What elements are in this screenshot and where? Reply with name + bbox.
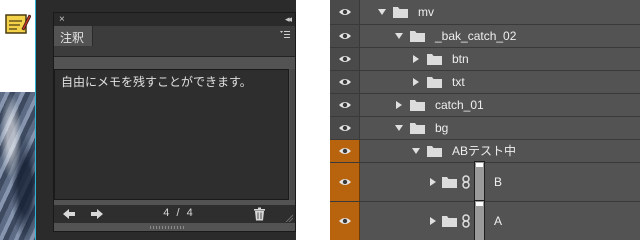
layer-row-bak-catch-02[interactable]: _bak_catch_02 xyxy=(330,25,640,48)
eye-icon xyxy=(339,179,351,185)
folder-icon xyxy=(410,100,425,111)
layer-mask-thumbnail[interactable] xyxy=(474,200,485,240)
layer-row-bg[interactable]: bg xyxy=(330,117,640,140)
chevron-right-icon[interactable] xyxy=(412,78,420,86)
visibility-toggle[interactable] xyxy=(330,140,360,162)
folder-open-icon xyxy=(410,31,425,42)
chevron-down-icon[interactable] xyxy=(395,32,403,40)
document-canvas[interactable] xyxy=(0,0,36,240)
layer-row-b[interactable]: B xyxy=(330,161,640,203)
layer-name: catch_01 xyxy=(435,98,484,112)
notes-tab-row: 注釈 xyxy=(54,26,295,57)
eye-icon xyxy=(339,33,351,39)
folder-icon xyxy=(427,54,442,65)
layer-name: _bak_catch_02 xyxy=(435,29,517,43)
note-scrollbar[interactable] xyxy=(290,69,295,200)
chevron-right-icon[interactable] xyxy=(412,55,420,63)
folder-open-icon xyxy=(393,7,408,18)
previous-note-icon[interactable] xyxy=(62,207,76,221)
link-icon[interactable] xyxy=(462,175,470,189)
layer-name: ABテスト中 xyxy=(452,144,517,158)
notes-titlebar[interactable]: × ◂◂ xyxy=(54,13,295,26)
eye-icon xyxy=(339,102,351,108)
chevron-down-icon[interactable] xyxy=(412,147,420,155)
layer-row-catch-01[interactable]: catch_01 xyxy=(330,94,640,117)
visibility-toggle[interactable] xyxy=(330,48,360,70)
panel-resize-handle[interactable] xyxy=(150,225,186,230)
eye-icon xyxy=(339,79,351,85)
trash-icon[interactable] xyxy=(253,207,266,221)
tab-notes-label: 注釈 xyxy=(60,31,85,45)
canvas-edge xyxy=(35,0,36,240)
notes-footer: 4 / 4 xyxy=(54,205,295,223)
note-tool-icon[interactable] xyxy=(5,12,31,36)
visibility-toggle[interactable] xyxy=(330,0,360,24)
next-note-icon[interactable] xyxy=(90,207,104,221)
panel-menu-icon[interactable] xyxy=(279,29,291,41)
visibility-toggle[interactable] xyxy=(330,163,360,201)
note-text-area[interactable]: 自由にメモを残すことができます。 xyxy=(54,69,289,200)
layer-row-ab-test[interactable]: ABテスト中 xyxy=(330,140,640,163)
layer-name: mv xyxy=(418,5,434,19)
document-canvas-right xyxy=(296,0,330,240)
resize-grip-icon[interactable] xyxy=(285,214,293,222)
close-icon[interactable]: × xyxy=(59,13,65,26)
eye-icon xyxy=(339,148,351,154)
folder-icon xyxy=(442,177,457,188)
note-counter: 4 / 4 xyxy=(163,207,195,219)
collapse-icon[interactable]: ◂◂ xyxy=(285,13,292,26)
layer-mask-thumbnail[interactable] xyxy=(474,161,485,203)
eye-icon xyxy=(339,56,351,62)
folder-open-icon xyxy=(410,123,425,134)
layer-name: B xyxy=(494,175,503,189)
chevron-right-icon[interactable] xyxy=(395,101,403,109)
visibility-toggle[interactable] xyxy=(330,94,360,116)
eye-icon xyxy=(339,218,351,224)
layer-row-btn[interactable]: btn xyxy=(330,48,640,71)
eye-icon xyxy=(339,9,351,15)
folder-open-icon xyxy=(427,146,442,157)
link-icon[interactable] xyxy=(462,214,470,228)
canvas-photo xyxy=(0,92,36,240)
layer-name: txt xyxy=(452,75,465,89)
chevron-right-icon[interactable] xyxy=(429,178,437,186)
folder-icon xyxy=(442,216,457,227)
visibility-toggle[interactable] xyxy=(330,25,360,47)
visibility-toggle[interactable] xyxy=(330,117,360,139)
notes-panel: × ◂◂ 注釈 自由にメモを残すことができます。 4 / 4 xyxy=(53,12,296,232)
layer-row-mv[interactable]: mv xyxy=(330,0,640,25)
folder-icon xyxy=(427,77,442,88)
tab-notes[interactable]: 注釈 xyxy=(54,26,93,46)
visibility-toggle[interactable] xyxy=(330,202,360,240)
layer-name: A xyxy=(494,214,503,228)
layer-name: bg xyxy=(435,121,449,135)
layer-row-a[interactable]: A xyxy=(330,200,640,240)
layer-row-txt[interactable]: txt xyxy=(330,71,640,94)
chevron-right-icon[interactable] xyxy=(429,217,437,225)
visibility-toggle[interactable] xyxy=(330,71,360,93)
layer-name: btn xyxy=(452,52,469,66)
chevron-down-icon[interactable] xyxy=(378,8,386,16)
layers-panel: mv _bak_catch_02 btn txt catch_01 bg ABテ… xyxy=(330,0,640,240)
chevron-down-icon[interactable] xyxy=(395,124,403,132)
eye-icon xyxy=(339,125,351,131)
